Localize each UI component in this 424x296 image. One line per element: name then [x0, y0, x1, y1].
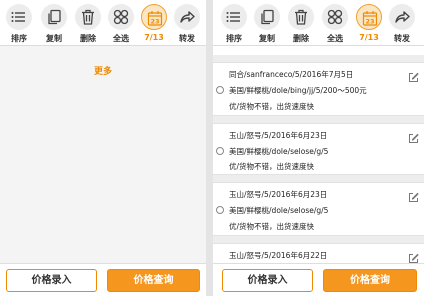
- edit-icon[interactable]: [408, 249, 419, 263]
- forward-label: 转发: [179, 34, 195, 43]
- delete-button[interactable]: 删除: [287, 3, 315, 43]
- select-radio[interactable]: [216, 147, 224, 155]
- trash-icon: [288, 4, 314, 30]
- select-all-icon: [322, 4, 348, 30]
- sort-list-icon: [221, 4, 247, 30]
- forward-label: 转发: [394, 34, 410, 43]
- price-entry-button[interactable]: 价格录入: [6, 269, 97, 292]
- record-comment: 优/货物不错，出货速度快: [229, 222, 315, 231]
- list-gap: [213, 116, 424, 123]
- copy-button[interactable]: 复制: [40, 3, 68, 43]
- record-product: 美国/鲜樱桃/dole/bing/jj/5/200～500元: [229, 86, 367, 95]
- list-item[interactable]: 玉山/怒号/5/2016年6月23日 美国/鲜樱桃/dole/selose/g/…: [213, 182, 424, 236]
- list-item[interactable]: 同合/sanfranceco/5/2016年7月5日 美国/鲜樱桃/dole/b…: [213, 62, 424, 116]
- select-all-icon: [108, 4, 134, 30]
- record-summary: 同合/sanfranceco/5/2016年7月5日: [229, 70, 354, 79]
- forward-button[interactable]: 转发: [173, 3, 201, 43]
- forward-icon: [389, 4, 415, 30]
- price-query-button[interactable]: 价格查询: [107, 269, 200, 292]
- record-summary: 玉山/怒号/5/2016年6月23日: [229, 190, 328, 199]
- forward-icon: [174, 4, 200, 30]
- bottom-bar: 价格录入 价格查询: [213, 263, 424, 296]
- copy-button[interactable]: 复制: [253, 3, 281, 43]
- price-query-button[interactable]: 价格查询: [323, 269, 417, 292]
- sort-list-icon: [6, 4, 32, 30]
- toolbar: 排序 复制 删除 全选 23 7/13 转发: [0, 0, 206, 46]
- toolbar: 排序 复制 删除 全选 23 7/13 转发: [213, 0, 424, 46]
- panel-divider: [206, 0, 213, 296]
- edit-icon[interactable]: [408, 68, 419, 82]
- select-radio[interactable]: [216, 206, 224, 214]
- trash-icon: [75, 4, 101, 30]
- record-summary: 玉山/怒号/5/2016年6月23日: [229, 131, 328, 140]
- select-radio[interactable]: [216, 86, 224, 94]
- list-item[interactable]: 玉山/怒号/5/2016年6月23日 美国/鲜樱桃/dole/selose/g/…: [213, 123, 424, 175]
- left-panel: 排序 复制 删除 全选 23 7/13 转发 更多 价格录入 价格查询: [0, 0, 206, 296]
- record-list: 同合/sanfranceco/5/2016年7月5日 美国/鲜樱桃/dole/b…: [213, 55, 424, 263]
- date-button[interactable]: 23 7/13: [355, 3, 383, 43]
- record-comment: 优/货物不错，出货速度快: [229, 102, 315, 111]
- record-product: 美国/鲜樱桃/dole/selose/g/5: [229, 147, 329, 156]
- record-comment: 优/货物不错，出货速度快: [229, 162, 315, 171]
- sort-button[interactable]: 排序: [220, 3, 248, 43]
- list-gap: [213, 236, 424, 243]
- more-link[interactable]: 更多: [0, 64, 206, 77]
- select-all-button[interactable]: 全选: [321, 3, 349, 43]
- price-entry-button[interactable]: 价格录入: [222, 269, 313, 292]
- calendar-icon: 23: [141, 4, 167, 30]
- date-button[interactable]: 23 7/13: [140, 3, 168, 43]
- right-panel: 排序 复制 删除 全选 23 7/13 转发 同合/sanfranceco/5/…: [213, 0, 424, 296]
- sort-button[interactable]: 排序: [5, 3, 33, 43]
- copy-icon: [254, 4, 280, 30]
- edit-icon[interactable]: [408, 129, 419, 143]
- select-all-button[interactable]: 全选: [107, 3, 135, 43]
- list-item[interactable]: 玉山/怒号/5/2016年6月22日: [213, 243, 424, 263]
- calendar-icon: 23: [356, 4, 382, 30]
- list-gap: [213, 175, 424, 182]
- copy-icon: [41, 4, 67, 30]
- delete-button[interactable]: 删除: [74, 3, 102, 43]
- list-gap: [213, 55, 424, 62]
- calendar-day: 23: [150, 17, 159, 25]
- record-product: 美国/鲜樱桃/dole/selose/g/5: [229, 206, 329, 215]
- edit-icon[interactable]: [408, 188, 419, 202]
- bottom-bar: 价格录入 价格查询: [0, 263, 206, 296]
- record-summary: 玉山/怒号/5/2016年6月22日: [229, 251, 328, 260]
- calendar-day: 23: [365, 17, 374, 25]
- forward-button[interactable]: 转发: [388, 3, 416, 43]
